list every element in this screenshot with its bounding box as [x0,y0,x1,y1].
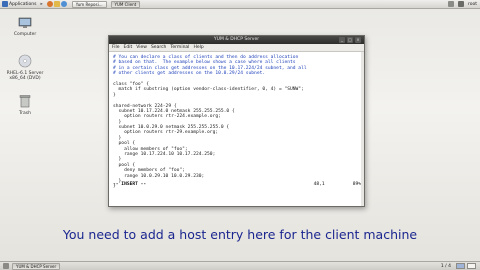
vim-mode: -- INSERT -- [113,182,147,187]
foot-logo-icon [2,1,8,7]
vim-status-line: -- INSERT -- 48,1 89% [113,182,361,187]
minimize-button[interactable]: _ [339,37,345,43]
window-titlebar[interactable]: YUM & DHCP Server _ □ × [109,36,364,44]
taskbar-terminal-label: YUM & DHCP Server [16,263,57,269]
workspace-label: 1 / 4 [440,263,451,269]
desktop-icon-computer[interactable]: Computer [5,17,45,37]
menu-search[interactable]: Search [151,45,166,50]
menu-help[interactable]: Help [193,45,203,50]
taskbar-terminal[interactable]: YUM & DHCP Server [12,262,61,270]
help-launcher-icon[interactable] [60,1,67,7]
terminal-scrollbar[interactable] [361,52,364,206]
browser-launcher-icon[interactable] [46,1,53,7]
computer-icon [18,17,32,28]
desktop-icon-dvd[interactable]: RHEL-6.1 Server x86_64 (DVD) [5,54,45,81]
workspace-switcher[interactable]: 1 / 4 [441,263,480,269]
task-label: Yum Reposi... [75,1,103,7]
panel-tray: root [447,1,480,7]
window-menubar: File Edit View Search Terminal Help [109,44,364,52]
desktop-icon-trash[interactable]: Trash [5,94,45,116]
video-caption: You need to add a host entry here for th… [62,227,418,242]
workspace-1[interactable] [456,263,465,269]
bottom-panel: YUM & DHCP Server 1 / 4 [0,261,480,270]
menu-file[interactable]: File [112,45,120,50]
dvd-disc-icon [18,54,32,68]
window-title: YUM & DHCP Server [213,37,260,42]
task-yum-client[interactable]: YUM Client [110,0,141,8]
task-label: YUM Client [114,1,137,7]
workspace-2[interactable] [467,263,476,269]
desktop-icon-label: Computer [13,32,37,37]
network-icon[interactable] [447,1,454,7]
task-yum-repository[interactable]: Yum Reposi... [71,0,107,8]
terminal-window: YUM & DHCP Server _ □ × File Edit View S… [108,35,365,207]
menu-view[interactable]: View [136,45,147,50]
file-percent: 89% [352,182,361,187]
menu-terminal[interactable]: Terminal [170,45,189,50]
desktop-icon-label: Trash [19,111,31,116]
trash-icon [19,95,31,108]
mail-launcher-icon[interactable] [53,1,60,7]
applications-label: Applications [9,1,37,7]
close-button[interactable]: × [355,37,361,43]
launcher-icons [45,0,70,9]
volume-icon[interactable] [457,1,464,7]
cursor-position: 48,1 [313,182,325,187]
show-desktop-icon[interactable] [3,263,9,269]
user-name[interactable]: root [468,2,477,7]
menu-edit[interactable]: Edit [124,45,133,50]
applications-menu[interactable]: Applications [0,0,39,9]
maximize-button[interactable]: □ [347,37,353,43]
top-panel: Applications ▸ Yum Reposi... YUM Client … [0,0,480,9]
desktop-icon-label: RHEL-6.1 Server x86_64 (DVD) [6,71,44,81]
